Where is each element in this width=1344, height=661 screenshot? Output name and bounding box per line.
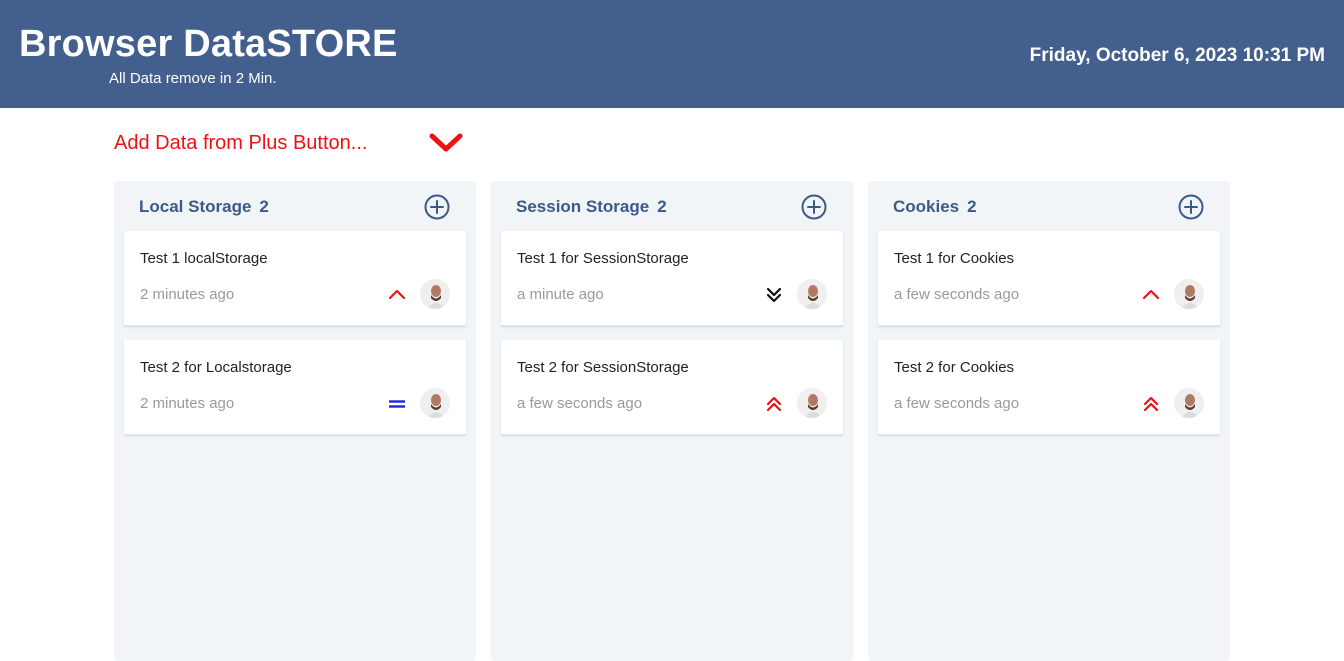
column-title: Cookies	[893, 197, 960, 216]
app-subtitle: All Data remove in 2 Min.	[109, 70, 277, 87]
avatar	[797, 388, 827, 418]
column-local-storage: Local Storage 2 Test 1 localStorage 2 min…	[114, 181, 476, 661]
add-item-icon[interactable]	[800, 193, 828, 221]
column-header: Cookies 2	[893, 197, 977, 217]
column-title: Local Storage	[139, 197, 252, 216]
storage-card[interactable]: Test 1 localStorage 2 minutes ago	[124, 231, 466, 326]
card-title: Test 2 for SessionStorage	[517, 359, 689, 376]
card-title: Test 1 for SessionStorage	[517, 250, 689, 267]
avatar	[420, 388, 450, 418]
add-data-hint: Add Data from Plus Button...	[114, 132, 368, 154]
storage-card[interactable]: Test 1 for Cookies a few seconds ago	[878, 231, 1220, 326]
column-header: Session Storage 2	[516, 197, 667, 217]
card-title: Test 1 for Cookies	[894, 250, 1015, 267]
column-session-storage: Session Storage 2 Test 1 for SessionStora…	[491, 181, 853, 661]
storage-card[interactable]: Test 2 for SessionStorage a few seconds …	[501, 340, 843, 435]
column-title: Session Storage	[516, 197, 650, 216]
chevron-up-icon	[1142, 289, 1160, 300]
avatar	[1174, 279, 1204, 309]
card-timestamp: 2 minutes ago	[140, 286, 235, 303]
double-chevron-up-icon	[766, 396, 782, 412]
avatar	[1174, 388, 1204, 418]
card-title: Test 2 for Cookies	[894, 359, 1015, 376]
card-title: Test 1 localStorage	[140, 250, 268, 267]
card-timestamp: a few seconds ago	[894, 286, 1020, 303]
double-chevron-down-icon	[766, 287, 782, 303]
add-item-icon[interactable]	[1177, 193, 1205, 221]
column-count: 2	[967, 197, 977, 216]
double-chevron-up-icon	[1143, 396, 1159, 412]
column-cookies: Cookies 2 Test 1 for Cookies a few second…	[868, 181, 1230, 661]
add-item-icon[interactable]	[423, 193, 451, 221]
card-title: Test 2 for Localstorage	[140, 359, 292, 376]
column-count: 2	[657, 197, 667, 216]
card-timestamp: a few seconds ago	[894, 395, 1020, 412]
card-timestamp: a minute ago	[517, 286, 604, 303]
storage-card[interactable]: Test 2 for Cookies a few seconds ago	[878, 340, 1220, 435]
storage-card[interactable]: Test 2 for Localstorage 2 minutes ago	[124, 340, 466, 435]
column-header: Local Storage 2	[139, 197, 269, 217]
app-title: Browser DataSTORE	[19, 23, 398, 65]
equals-icon	[389, 400, 405, 408]
column-count: 2	[259, 197, 269, 216]
app-header: Browser DataSTORE All Data remove in 2 M…	[0, 0, 1344, 108]
card-timestamp: 2 minutes ago	[140, 395, 235, 412]
current-datetime: Friday, October 6, 2023 10:31 PM	[1029, 45, 1325, 66]
avatar	[420, 279, 450, 309]
card-timestamp: a few seconds ago	[517, 395, 643, 412]
chevron-down-icon	[429, 133, 463, 152]
avatar	[797, 279, 827, 309]
chevron-up-icon	[388, 289, 406, 300]
storage-card[interactable]: Test 1 for SessionStorage a minute ago	[501, 231, 843, 326]
